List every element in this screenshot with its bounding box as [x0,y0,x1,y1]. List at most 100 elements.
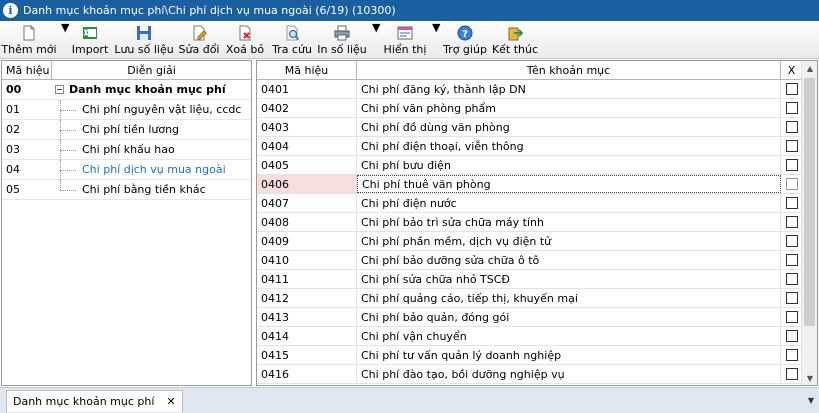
tree-root-row[interactable]: 00 − Danh mục khoản mục phí [2,80,251,100]
table-row[interactable]: 0416 Chi phí đào tạo, bồi dưỡng nghiệp vụ [257,365,817,384]
row-code: 0415 [257,346,357,364]
row-name: Chi phí bảo quản, đóng gói [357,308,781,326]
scroll-up-icon[interactable]: ▲ [802,61,817,77]
document-tab[interactable]: Danh mục khoản mục phí ✕ [6,390,183,412]
collapse-icon[interactable]: − [55,85,64,94]
add-new-dropdown-icon[interactable]: ▼ [61,21,69,34]
search-icon [286,25,300,41]
display-dropdown-icon[interactable]: ▼ [432,21,440,34]
grid-body: 0401 Chi phí đăng ký, thành lập DN 0402 Chi… [257,80,817,384]
edit-button[interactable]: Sửa đổi [178,21,220,59]
row-code: 0403 [257,118,357,136]
lookup-button[interactable]: Tra cứu [272,21,312,59]
table-row[interactable]: 0402 Chi phí văn phòng phẩm [257,99,817,118]
row-checkbox[interactable] [786,235,798,247]
document-tab-label: Danh mục khoản mục phí [13,395,155,408]
row-name: Chi phí đồ dùng văn phòng [357,118,781,136]
row-checkbox[interactable] [786,140,798,152]
row-name: Chi phí phần mềm, dịch vụ điện tử [357,232,781,250]
status-bar: Danh mục khoản mục phí ✕ ▼ [0,387,819,413]
print-dropdown-icon[interactable]: ▼ [372,21,380,34]
row-checkbox[interactable] [786,254,798,266]
row-checkbox[interactable] [786,292,798,304]
display-button[interactable]: Hiển thị [384,21,426,59]
row-name: Chi phí đào tạo, bồi dưỡng nghiệp vụ [357,365,781,383]
row-name: Chi phí văn phòng phẩm [357,99,781,117]
edit-icon [193,25,207,41]
table-row[interactable]: 0409 Chi phí phần mềm, dịch vụ điện tử [257,232,817,251]
tree-item[interactable]: 03 Chi phí khấu hao [2,139,251,160]
row-code: 0412 [257,289,357,307]
save-icon [137,26,151,40]
table-row[interactable]: 0415 Chi phí tư vấn quản lý doanh nghiệp [257,346,817,365]
scroll-thumb[interactable] [804,78,815,326]
row-code: 0406 [257,175,357,193]
row-name: Chi phí đăng ký, thành lập DN [357,80,781,98]
delete-icon [239,25,251,41]
row-name: Chi phí sửa chữa nhỏ TSCĐ [357,270,781,288]
tree-header-code[interactable]: Mã hiệu [2,61,52,79]
table-row-selected[interactable]: 0406 Chi phí thuê văn phòng [257,175,817,194]
tree-item-selected[interactable]: 04 Chi phí dịch vụ mua ngoài [2,159,251,180]
tree-item[interactable]: 01 Chi phí nguyên vật liệu, ccdc [2,99,251,120]
save-button[interactable]: Lưu số liệu [114,21,174,59]
row-checkbox[interactable] [786,311,798,323]
row-name: Chi phí điện nước [357,194,781,212]
row-name: Chi phí vận chuyển [357,327,781,345]
cost-items-grid: Mã hiệu Tên khoản mục X 0401 Chi phí đăng… [256,60,818,386]
grid-header-code[interactable]: Mã hiệu [257,61,357,79]
row-name: Chi phí điện thoại, viễn thông [357,137,781,155]
row-checkbox[interactable] [786,368,798,380]
table-row[interactable]: 0413 Chi phí bảo quản, đóng gói [257,308,817,327]
row-name: Chi phí thuê văn phòng [357,175,781,193]
tree-item[interactable]: 05 Chi phí bằng tiền khác [2,179,251,200]
row-code: 0405 [257,156,357,174]
toolbar: Thêm mới ▼ Import Lưu số liệu Sửa đổi Xo… [0,21,819,59]
row-checkbox[interactable] [786,121,798,133]
row-name: Chi phí bưu điện [357,156,781,174]
table-row[interactable]: 0408 Chi phí bảo trì sửa chữa máy tính [257,213,817,232]
tab-list-dropdown-icon[interactable]: ▼ [808,396,814,405]
table-row[interactable]: 0404 Chi phí điện thoại, viễn thông [257,137,817,156]
title-bar: i Danh mục khoản mục phí\Chi phí dịch vụ… [0,0,819,21]
vertical-scrollbar[interactable]: ▲ ▼ [801,61,817,385]
row-checkbox[interactable] [786,273,798,285]
row-checkbox[interactable] [786,102,798,114]
table-row[interactable]: 0407 Chi phí điện nước [257,194,817,213]
row-checkbox[interactable] [786,178,798,190]
tree-header-desc[interactable]: Diễn giải [52,61,251,79]
table-row[interactable]: 0412 Chi phí quảng cáo, tiếp thị, khuyến … [257,289,817,308]
row-checkbox[interactable] [786,83,798,95]
exit-button[interactable]: Kết thúc [492,21,538,59]
table-row[interactable]: 0410 Chi phí bảo dưỡng sửa chữa ô tô [257,251,817,270]
table-row[interactable]: 0414 Chi phí vận chuyển [257,327,817,346]
row-code: 0402 [257,99,357,117]
add-new-button[interactable]: Thêm mới [1,21,57,59]
help-button[interactable]: ? Trợ giúp [443,21,487,59]
import-button[interactable]: Import [72,21,108,59]
printer-icon [334,25,350,41]
table-row[interactable]: 0405 Chi phí bưu điện [257,156,817,175]
grid-header-name[interactable]: Tên khoản mục [357,61,781,79]
row-checkbox[interactable] [786,216,798,228]
display-icon [397,26,413,40]
row-checkbox[interactable] [786,349,798,361]
table-row[interactable]: 0403 Chi phí đồ dùng văn phòng [257,118,817,137]
close-icon[interactable]: ✕ [166,395,175,408]
grid-header: Mã hiệu Tên khoản mục X [257,61,817,80]
row-checkbox[interactable] [786,197,798,209]
delete-button[interactable]: Xoá bỏ [225,21,265,59]
category-tree-panel: Mã hiệu Diễn giải 00 − Danh mục khoản mụ… [1,60,252,386]
grid-header-check[interactable]: X [781,61,803,79]
row-code: 0409 [257,232,357,250]
row-code: 0416 [257,365,357,383]
row-checkbox[interactable] [786,330,798,342]
row-checkbox[interactable] [786,159,798,171]
scroll-down-icon[interactable]: ▼ [802,371,817,385]
row-code: 0410 [257,251,357,269]
table-row[interactable]: 0411 Chi phí sửa chữa nhỏ TSCĐ [257,270,817,289]
print-button[interactable]: In số liệu [317,21,367,59]
table-row[interactable]: 0401 Chi phí đăng ký, thành lập DN [257,80,817,99]
row-name: Chi phí quảng cáo, tiếp thị, khuyến mại [357,289,781,307]
tree-item[interactable]: 02 Chi phí tiền lương [2,119,251,140]
